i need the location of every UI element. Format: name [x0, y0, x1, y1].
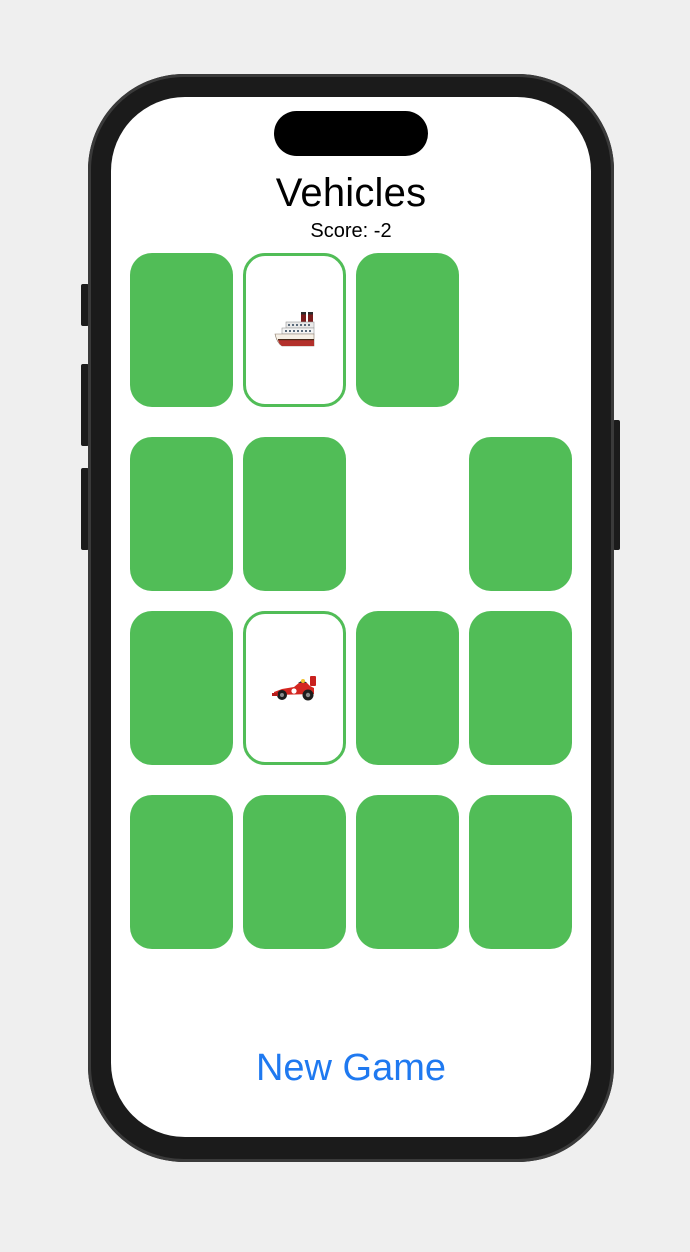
card-1[interactable]: [130, 253, 233, 407]
ship-icon: [274, 312, 314, 347]
card-13[interactable]: [130, 795, 233, 949]
card-15[interactable]: [356, 795, 459, 949]
card-5[interactable]: [130, 437, 233, 591]
card-6[interactable]: [243, 437, 346, 591]
power-button: [613, 420, 620, 550]
card-14[interactable]: [243, 795, 346, 949]
card-2[interactable]: [243, 253, 346, 407]
card-8[interactable]: [469, 437, 572, 591]
card-12[interactable]: [469, 611, 572, 765]
card-3[interactable]: [356, 253, 459, 407]
new-game-button[interactable]: New Game: [111, 1047, 591, 1090]
game-title: Vehicles: [275, 171, 427, 215]
card-4: [469, 253, 572, 407]
card-7: [356, 437, 459, 591]
dynamic-island: [274, 111, 428, 156]
app-screen: Vehicles Score: -2 New Game: [111, 97, 591, 1137]
card-9[interactable]: [130, 611, 233, 765]
racing-car-icon: [271, 676, 316, 701]
score-label: Score: -2: [310, 220, 392, 242]
card-10[interactable]: [243, 611, 346, 765]
card-16[interactable]: [469, 795, 572, 949]
card-11[interactable]: [356, 611, 459, 765]
